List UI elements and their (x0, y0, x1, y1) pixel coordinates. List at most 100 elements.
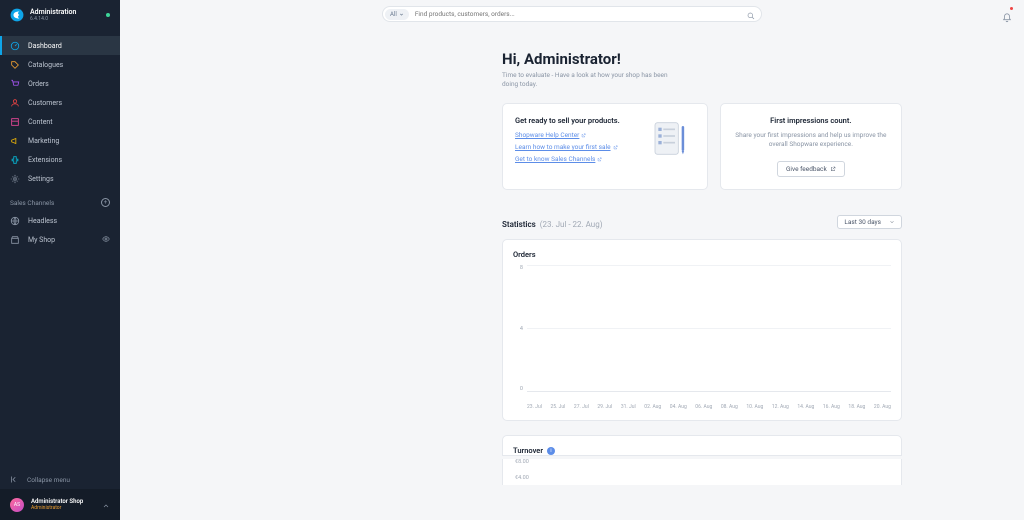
status-dot-icon (106, 13, 110, 17)
globe-icon (10, 216, 20, 226)
range-select[interactable]: Last 30 days (837, 215, 902, 229)
info-icon[interactable]: i (547, 447, 555, 455)
nav-customers[interactable]: Customers (0, 93, 120, 112)
x-tick: 31. Jul (621, 404, 636, 410)
x-tick: 02. Aug (644, 404, 661, 410)
x-tick: 18. Aug (848, 404, 865, 410)
chart-title: Orders (513, 250, 891, 259)
checklist-illustration-icon (645, 116, 695, 166)
bell-icon (1002, 13, 1012, 23)
tag-icon (10, 60, 20, 70)
nav-label: Catalogues (28, 61, 63, 69)
y-tick: 8 (513, 265, 523, 271)
greeting: Hi, Administrator! Time to evaluate - Ha… (502, 50, 902, 89)
channel-label: My Shop (28, 236, 102, 244)
y-axis: 8 4 0 (513, 265, 523, 392)
collapse-icon (10, 475, 19, 484)
orders-chart: 8 4 0 23. Jul 25. Jul 27. Jul 29. Jul 31. Ju… (513, 265, 891, 410)
external-link-icon (581, 133, 586, 138)
nav-catalogues[interactable]: Catalogues (0, 55, 120, 74)
main: All Hi, Administrator! Time to evaluate … (120, 0, 1024, 520)
x-tick: 12. Aug (772, 404, 789, 410)
orders-chart-card: Orders 8 4 0 23. Jul 25. Jul 27. Jul 29. Ju… (502, 239, 902, 421)
global-search[interactable]: All (382, 6, 762, 22)
x-tick: 08. Aug (721, 404, 738, 410)
nav-label: Orders (28, 80, 49, 88)
megaphone-icon (10, 136, 20, 146)
search-input[interactable] (409, 10, 747, 18)
channel-label: Headless (28, 217, 57, 225)
x-tick: 25. Jul (550, 404, 565, 410)
link-sales-channels[interactable]: Get to know Sales Channels (515, 155, 620, 163)
chevron-down-icon (889, 219, 895, 225)
x-tick: 27. Jul (574, 404, 589, 410)
give-feedback-button[interactable]: Give feedback (777, 161, 845, 177)
cart-icon (10, 79, 20, 89)
user-menu[interactable]: AS Administrator Shop Administrator (0, 489, 120, 520)
x-tick: 29. Jul (597, 404, 612, 410)
external-link-icon (830, 166, 836, 172)
x-tick: 20. Aug (874, 404, 891, 410)
feedback-card: First impressions count. Share your firs… (720, 103, 902, 190)
avatar: AS (10, 498, 24, 512)
card-title: Get ready to sell your products. (515, 116, 620, 125)
storefront-icon (10, 235, 20, 245)
eye-icon[interactable] (102, 235, 110, 245)
y-tick: €8.00 (515, 459, 901, 465)
brand-icon (10, 8, 24, 22)
chevron-down-icon (399, 12, 404, 17)
notifications-button[interactable] (1002, 8, 1012, 27)
getting-started-card: Get ready to sell your products. Shopwar… (502, 103, 708, 190)
nav-content[interactable]: Content (0, 112, 120, 131)
channel-myshop[interactable]: My Shop (0, 230, 120, 249)
nav-marketing[interactable]: Marketing (0, 131, 120, 150)
nav: Dashboard Catalogues Orders Customers Co… (0, 36, 120, 188)
y-tick: 4 (513, 326, 523, 332)
chart-title: Turnover (513, 446, 543, 455)
channel-headless[interactable]: Headless (0, 211, 120, 230)
x-tick: 16. Aug (823, 404, 840, 410)
add-channel-button[interactable]: + (101, 198, 110, 207)
chevron-up-icon (102, 495, 110, 514)
x-axis: 23. Jul 25. Jul 27. Jul 29. Jul 31. Jul 02. A… (527, 404, 891, 410)
nav-label: Dashboard (28, 42, 62, 50)
external-link-icon (597, 157, 602, 162)
nav-label: Content (28, 118, 53, 126)
users-icon (10, 98, 20, 108)
x-tick: 06. Aug (695, 404, 712, 410)
nav-extensions[interactable]: Extensions (0, 150, 120, 169)
nav-settings[interactable]: Settings (0, 169, 120, 188)
section-label: Sales Channels (10, 199, 54, 207)
turnover-chart-header: Turnover i (502, 435, 902, 456)
nav-label: Customers (28, 99, 62, 107)
card-description: Share your first impressions and help us… (733, 131, 889, 148)
sales-channels-header: Sales Channels + (0, 194, 120, 211)
search-scope-tag[interactable]: All (385, 9, 409, 20)
nav-dashboard[interactable]: Dashboard (0, 36, 120, 55)
link-help-center[interactable]: Shopware Help Center (515, 131, 620, 139)
x-tick: 04. Aug (670, 404, 687, 410)
link-first-sale[interactable]: Learn how to make your first sale (515, 143, 620, 151)
notification-dot-icon (1010, 7, 1013, 10)
app-version: 6.4.14.0 (30, 16, 76, 22)
x-tick: 23. Jul (527, 404, 542, 410)
nav-label: Settings (28, 175, 54, 183)
collapse-menu-button[interactable]: Collapse menu (0, 470, 120, 489)
y-tick: €4.00 (515, 475, 901, 481)
layout-icon (10, 117, 20, 127)
nav-orders[interactable]: Orders (0, 74, 120, 93)
speedometer-icon (10, 41, 20, 51)
topbar: All (120, 0, 1024, 28)
external-link-icon (613, 145, 618, 150)
plug-icon (10, 155, 20, 165)
collapse-label: Collapse menu (27, 476, 70, 484)
logo-row[interactable]: Administration 6.4.14.0 (0, 0, 120, 30)
x-tick: 14. Aug (797, 404, 814, 410)
page-title: Hi, Administrator! (502, 50, 902, 68)
plot-area (527, 265, 891, 392)
stats-date-range: (23. Jul - 22. Aug) (540, 220, 603, 229)
nav-label: Marketing (28, 137, 59, 145)
user-shop-name: Administrator Shop (31, 498, 102, 505)
search-icon[interactable] (747, 6, 755, 22)
content: Hi, Administrator! Time to evaluate - Ha… (120, 28, 1024, 505)
